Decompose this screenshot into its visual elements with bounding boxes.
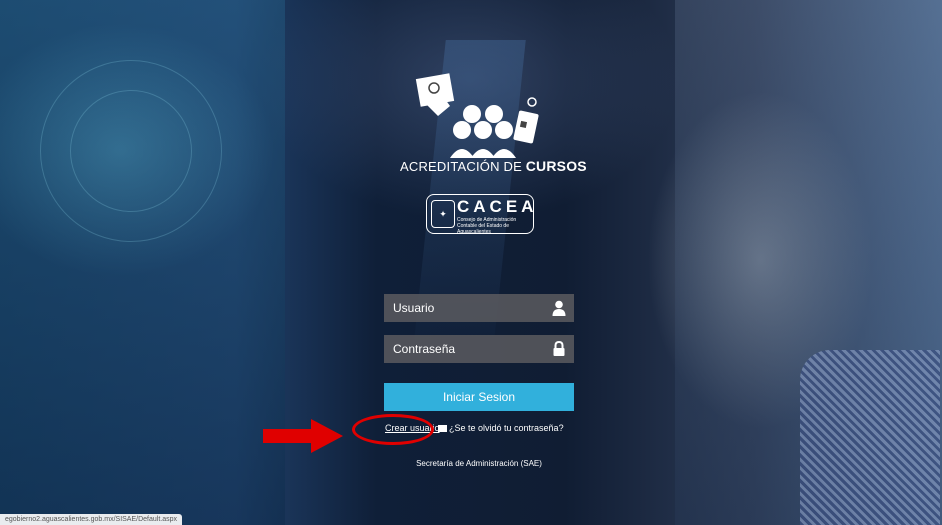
- annotation-ellipse: [352, 414, 434, 445]
- logo-title: ACREDITACIÓN DE CURSOS: [400, 158, 587, 174]
- forgot-password-link[interactable]: ¿Se te olvidó tu contraseña?: [438, 423, 564, 433]
- courses-logo-icon: [415, 73, 539, 158]
- arrow-right-icon: [263, 419, 343, 453]
- cacea-name: CACEA: [457, 197, 538, 216]
- password-field[interactable]: [384, 335, 574, 363]
- password-input[interactable]: [384, 335, 544, 363]
- forgot-password-label: ¿Se te olvidó tu contraseña?: [449, 423, 564, 433]
- background-circle: [70, 90, 192, 212]
- background-shirt-cuff: [800, 350, 940, 525]
- envelope-icon: [438, 425, 447, 433]
- cacea-description: Consejo de Administración Contable del E…: [457, 217, 517, 235]
- footer-text: Secretaría de Administración (SAE): [416, 459, 542, 468]
- username-input[interactable]: [384, 294, 544, 322]
- logo-title-prefix: ACREDITACIÓN DE: [400, 159, 526, 174]
- seal-icon: ✦: [431, 200, 455, 228]
- cacea-logo: ✦ CACEA Consejo de Administración Contab…: [426, 194, 538, 235]
- lock-icon: [553, 341, 565, 356]
- username-field[interactable]: [384, 294, 574, 322]
- logo-title-bold: CURSOS: [525, 158, 587, 174]
- user-icon: [552, 300, 566, 316]
- status-bar-url: egobierno2.aguascalientes.gob.mx/SISAE/D…: [0, 514, 182, 525]
- login-button[interactable]: Iniciar Sesion: [384, 383, 574, 411]
